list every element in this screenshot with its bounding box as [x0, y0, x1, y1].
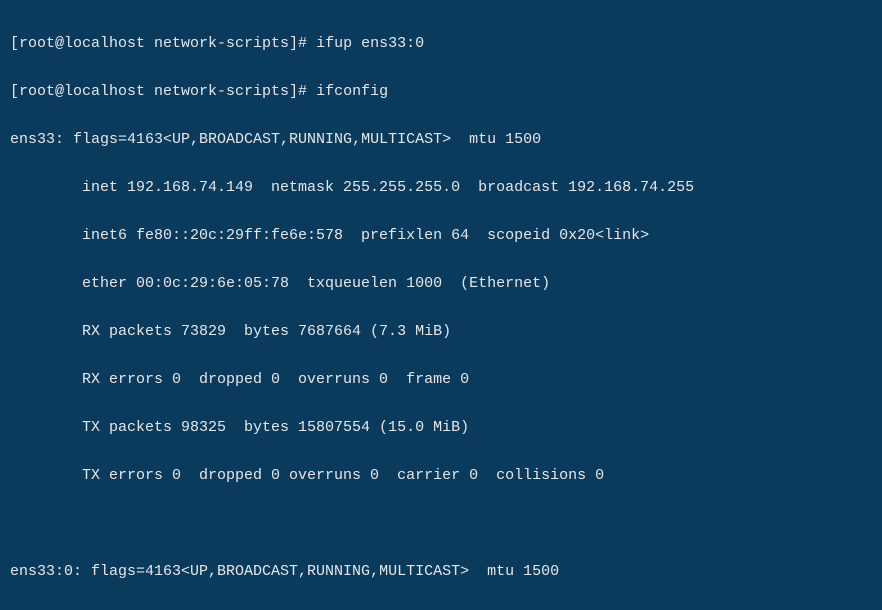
iface-header-ens33-0: ens33:0: flags=4163<UP,BROADCAST,RUNNING…: [10, 560, 872, 584]
shell-prompt: [root@localhost network-scripts]#: [10, 35, 316, 52]
iface-detail: inet6 fe80::20c:29ff:fe6e:578 prefixlen …: [10, 224, 872, 248]
iface-detail: inet 192.168.74.149 netmask 255.255.255.…: [10, 176, 872, 200]
iface-detail: ether 00:0c:29:6e:05:78 txqueuelen 1000 …: [10, 272, 872, 296]
iface-mtu: mtu 1500: [478, 563, 559, 580]
shell-prompt: [root@localhost network-scripts]#: [10, 83, 316, 100]
iface-flags: flags=4163<UP,BROADCAST,RUNNING,MULTICAS…: [82, 563, 478, 580]
iface-detail: RX errors 0 dropped 0 overruns 0 frame 0: [10, 368, 872, 392]
iface-name: ens33:0:: [10, 563, 82, 580]
iface-mtu: mtu 1500: [460, 131, 541, 148]
blank-line: [10, 512, 872, 536]
prompt-line-2: [root@localhost network-scripts]# ifconf…: [10, 80, 872, 104]
terminal-output[interactable]: [root@localhost network-scripts]# ifup e…: [0, 0, 882, 610]
iface-header-ens33: ens33: flags=4163<UP,BROADCAST,RUNNING,M…: [10, 128, 872, 152]
iface-name: ens33:: [10, 131, 64, 148]
command-text: ifconfig: [316, 83, 388, 100]
prompt-line-1: [root@localhost network-scripts]# ifup e…: [10, 32, 872, 56]
iface-detail: TX packets 98325 bytes 15807554 (15.0 Mi…: [10, 416, 872, 440]
iface-detail: TX errors 0 dropped 0 overruns 0 carrier…: [10, 464, 872, 488]
iface-flags: flags=4163<UP,BROADCAST,RUNNING,MULTICAS…: [64, 131, 460, 148]
command-text: ifup ens33:0: [316, 35, 424, 52]
iface-detail: RX packets 73829 bytes 7687664 (7.3 MiB): [10, 320, 872, 344]
